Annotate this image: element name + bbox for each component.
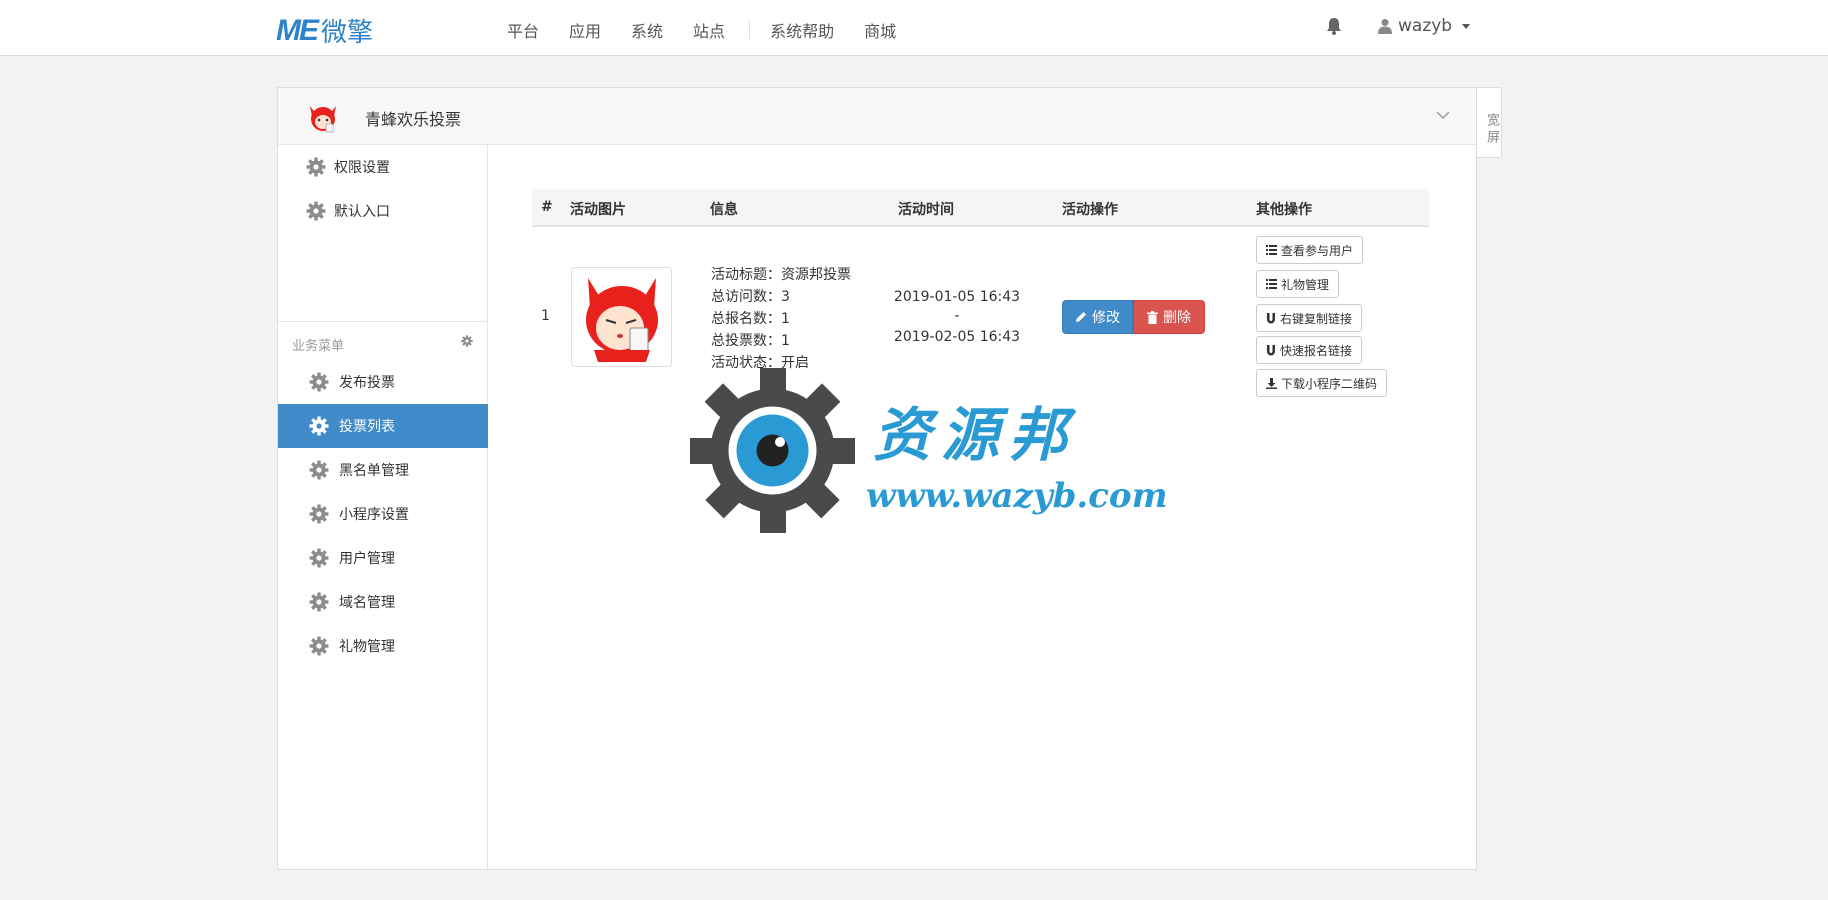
time-start: 2019-01-05 16:43 [893,289,1021,305]
gear-icon [309,636,329,656]
button-label: 下载小程序二维码 [1281,376,1378,391]
gear-icon[interactable] [461,335,473,347]
delete-label: 删除 [1163,310,1191,326]
user-icon [1378,19,1392,34]
sidebar-item-gifts[interactable]: 礼物管理 [278,624,488,668]
list-icon [1266,245,1277,255]
sidebar-item-vote-list[interactable]: 投票列表 [278,404,488,448]
gear-logo-icon [690,368,855,533]
sidebar-item-default-entry[interactable]: 默认入口 [278,189,488,233]
sidebar-item-label: 域名管理 [339,595,395,611]
copy-link-button[interactable]: 右键复制链接 [1256,304,1363,332]
module-avatar [310,106,336,133]
list-icon [1266,279,1277,289]
sidebar-item-publish-vote[interactable]: 发布投票 [278,360,488,404]
sidebar-item-domains[interactable]: 域名管理 [278,580,488,624]
sidebar-item-label: 黑名单管理 [339,463,409,479]
watermark-text: 资源邦 [873,401,1078,469]
info-signups: 总报名数：1 [711,311,790,327]
logo-mark: ME [276,13,319,47]
gear-icon [309,504,329,524]
gear-icon [306,201,326,221]
sidebar-item-permissions[interactable]: 权限设置 [278,145,488,189]
module-header: 青蜂欢乐投票 [278,88,1476,145]
user-menu[interactable]: wazyb [1378,16,1471,36]
edit-label: 修改 [1092,310,1120,326]
download-qrcode-button[interactable]: 下载小程序二维码 [1256,369,1388,397]
sidebar-item-users[interactable]: 用户管理 [278,536,488,580]
button-label: 右键复制链接 [1280,311,1353,326]
gear-icon [309,592,329,612]
top-navbar: ME 微擎 平台 应用 系统 站点 系统帮助 商城 wazyb [0,0,1828,56]
row-index: 1 [541,308,550,324]
info-title: 活动标题：资源邦投票 [711,267,851,283]
nav-divider [749,21,751,39]
sidebar-group-label: 业务菜单 [292,339,345,354]
pencil-icon [1076,312,1086,322]
sidebar-divider [278,321,488,322]
gear-icon [306,157,326,177]
gear-icon [309,460,329,480]
chevron-down-icon[interactable] [1436,108,1450,122]
nav-item-store[interactable]: 商城 [864,18,896,42]
info-votes: 总投票数：1 [711,333,790,349]
time-end: 2019-02-05 16:43 [893,329,1021,345]
view-participants-button[interactable]: 查看参与用户 [1256,236,1364,264]
sidebar-item-label: 默认入口 [334,204,390,220]
edit-button[interactable]: 修改 [1062,300,1133,334]
sidebar-item-miniprogram-settings[interactable]: 小程序设置 [278,492,488,536]
sidebar-item-label: 权限设置 [334,160,390,176]
download-icon [1266,377,1277,389]
main-nav: 平台 应用 系统 站点 系统帮助 商城 [507,18,926,42]
module-title: 青蜂欢乐投票 [365,110,462,129]
sidebar-item-blacklist[interactable]: 黑名单管理 [278,448,488,492]
magnet-icon [1267,344,1275,355]
nav-item-platform[interactable]: 平台 [507,18,539,42]
wide-screen-toggle[interactable]: 宽屏 [1477,87,1502,158]
gear-icon [309,416,329,436]
magnet-icon [1267,312,1275,323]
gear-icon [309,372,329,392]
nav-item-site[interactable]: 站点 [693,18,725,42]
sidebar-item-label: 小程序设置 [339,507,409,523]
caret-down-icon [1462,23,1471,29]
button-label: 礼物管理 [1281,277,1330,292]
watermark-url: www.wazyb.com [866,476,1168,516]
sidebar: 权限设置 默认入口 业务菜单 发布投票 投票列表 黑名单管理 小程序设置 用户管… [278,145,488,869]
sidebar-item-label: 用户管理 [339,551,395,567]
time-separator: - [954,308,960,324]
nav-item-apps[interactable]: 应用 [569,18,601,42]
info-visits: 总访问数：3 [711,289,790,305]
quick-signup-link-button[interactable]: 快速报名链接 [1256,336,1363,364]
button-label: 查看参与用户 [1281,243,1354,258]
delete-button[interactable]: 删除 [1133,300,1205,334]
nav-item-help[interactable]: 系统帮助 [770,18,834,42]
gear-icon [309,548,329,568]
button-label: 快速报名链接 [1280,343,1353,358]
gift-management-button[interactable]: 礼物管理 [1256,270,1340,298]
logo[interactable]: ME 微擎 [276,12,373,49]
trash-icon [1147,310,1158,324]
sidebar-item-label: 礼物管理 [339,639,395,655]
username: wazyb [1398,16,1453,36]
sidebar-item-label: 发布投票 [339,375,395,391]
sidebar-item-label: 投票列表 [339,419,395,435]
logo-text: 微擎 [321,18,374,48]
activity-thumbnail [586,278,658,362]
bell-icon[interactable] [1325,16,1343,36]
activity-image[interactable] [571,267,672,367]
watermark: 资源邦 www.wazyb.com [690,368,1168,533]
nav-item-system[interactable]: 系统 [631,18,663,42]
